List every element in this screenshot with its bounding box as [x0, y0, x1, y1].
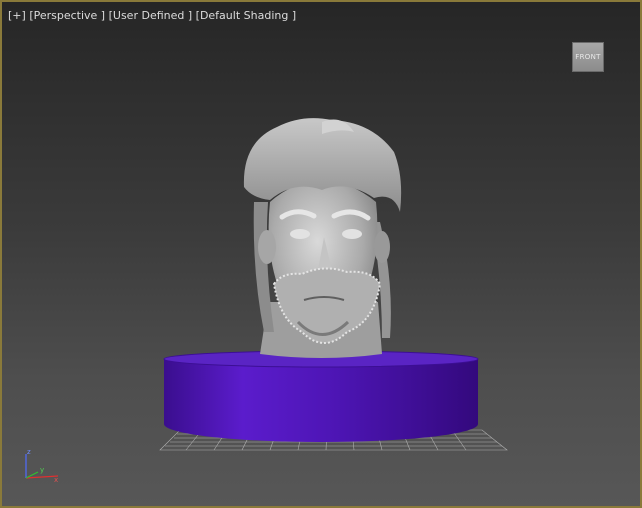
axis-y-label: y: [40, 466, 44, 474]
axis-gizmo: z x y: [25, 448, 58, 484]
axis-x-label: x: [54, 476, 58, 484]
viewcube[interactable]: FRONT: [572, 42, 604, 72]
viewport-label: [+] [Perspective ] [User Defined ] [Defa…: [8, 9, 296, 22]
viewport-preset-button[interactable]: [User Defined ]: [109, 9, 193, 22]
shading-mode-button[interactable]: [Default Shading ]: [196, 9, 296, 22]
viewcube-face-label: FRONT: [575, 53, 601, 61]
perspective-viewport[interactable]: z x y [+] [Perspective ] [User Defined ]…: [0, 0, 642, 508]
base-cylinder[interactable]: [163, 350, 479, 442]
viewport-type-button[interactable]: [Perspective ]: [29, 9, 105, 22]
viewport-menu-button[interactable]: [+]: [8, 9, 26, 22]
head-sculpture[interactable]: [243, 118, 402, 358]
viewport-scene[interactable]: z x y: [2, 2, 640, 506]
axis-z-label: z: [27, 448, 31, 456]
